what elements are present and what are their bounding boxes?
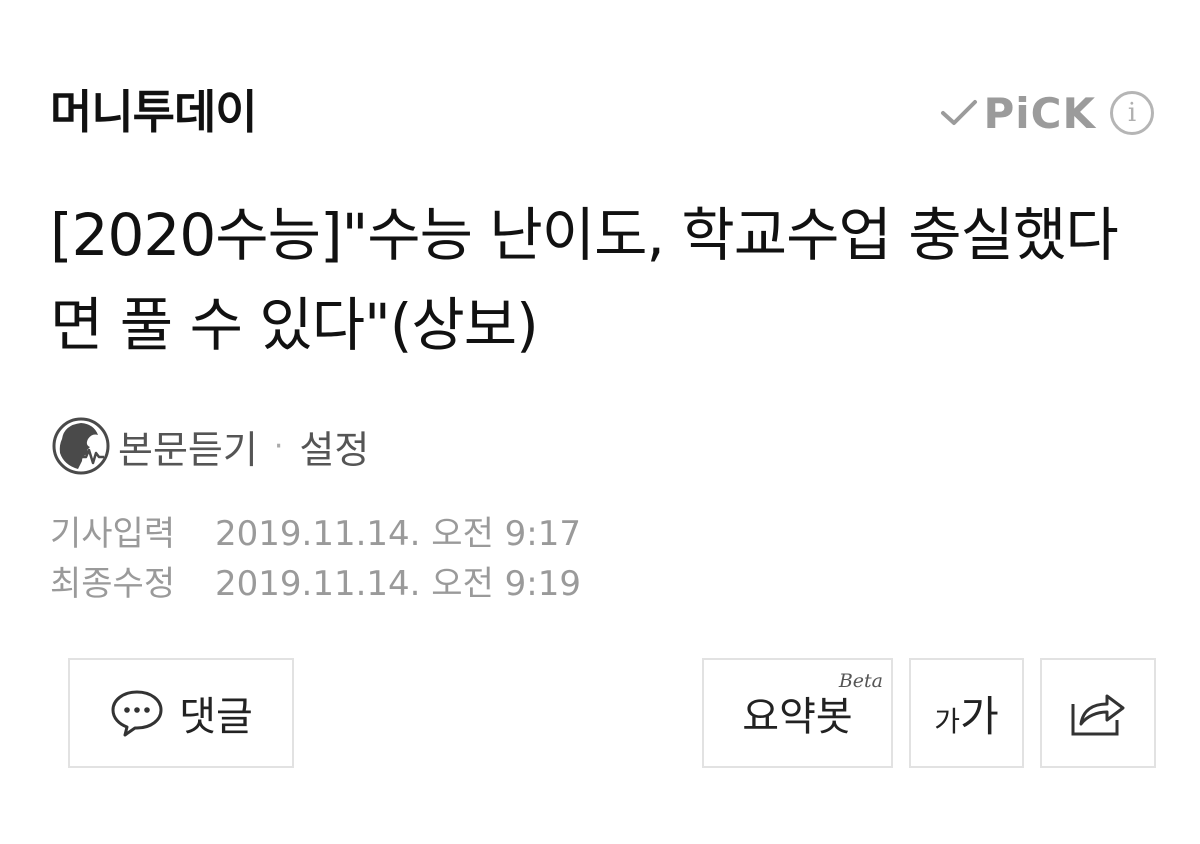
speech-bubble-icon xyxy=(111,690,163,737)
article-headline: [2020수능]"수능 난이도, 학교수업 충실했다면 풀 수 있다"(상보) xyxy=(50,201,1119,359)
updated-label: 최종수정 xyxy=(50,564,176,604)
summary-label: 요약봇 xyxy=(742,694,853,740)
comment-label: 댓글 xyxy=(179,694,253,740)
updated-value: 2019.11.14. 오전 9:19 xyxy=(215,564,582,604)
beta-badge: Beta xyxy=(838,670,883,692)
info-icon[interactable]: i xyxy=(1110,91,1154,135)
check-icon xyxy=(941,100,978,125)
comment-button[interactable]: 댓글 xyxy=(68,658,294,768)
listen-button[interactable]: 본문듣기 xyxy=(118,419,258,474)
tts-row: 본문듣기 · 설정 xyxy=(52,416,369,476)
published-value: 2019.11.14. 오전 9:17 xyxy=(215,514,582,554)
speaker-face-icon[interactable] xyxy=(52,417,110,475)
share-button[interactable] xyxy=(1040,658,1156,768)
updated-date: 최종수정 2019.11.14. 오전 9:19 xyxy=(50,561,581,607)
separator: · xyxy=(273,428,284,464)
share-icon xyxy=(1071,694,1125,736)
font-size-small-glyph: 가 xyxy=(934,705,961,738)
settings-button[interactable]: 설정 xyxy=(299,419,369,474)
published-date: 기사입력 2019.11.14. 오전 9:17 xyxy=(50,511,581,557)
pick-label: PiCK xyxy=(983,88,1096,138)
summary-bot-button[interactable]: 요약봇 Beta xyxy=(702,658,893,768)
pick-badge: PiCK i xyxy=(939,86,1154,140)
published-label: 기사입력 xyxy=(50,514,176,554)
press-logo[interactable]: 머니투데이 xyxy=(50,82,258,142)
font-size-button[interactable]: 가 가 xyxy=(909,658,1024,768)
font-size-large-glyph: 가 xyxy=(960,691,999,741)
